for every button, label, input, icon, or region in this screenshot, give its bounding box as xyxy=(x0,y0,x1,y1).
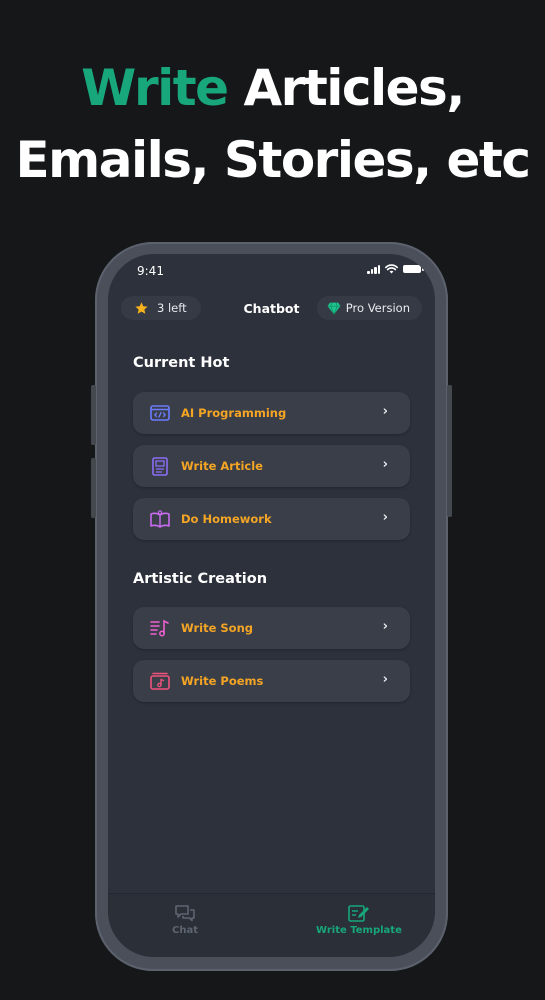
headline-line-2: Emails, Stories, etc xyxy=(15,131,531,189)
open-book-icon xyxy=(150,509,170,529)
wifi-icon xyxy=(385,264,398,274)
status-icons xyxy=(367,264,424,274)
status-time: 9:41 xyxy=(137,264,164,278)
chevron-right-icon: › xyxy=(382,672,388,687)
status-bar: 9:41 xyxy=(108,254,435,290)
template-item-label: AI Programming xyxy=(181,406,287,420)
template-item-label: Write Poems xyxy=(181,674,264,688)
template-item-write-article[interactable]: Write Article › xyxy=(133,445,410,487)
template-item-do-homework[interactable]: Do Homework › xyxy=(133,498,410,540)
phone-side-button-volume xyxy=(91,458,96,518)
headline-accent-word: Write xyxy=(81,59,229,117)
template-item-label: Write Article xyxy=(181,459,263,473)
pro-version-button[interactable]: Pro Version xyxy=(316,296,422,320)
music-list-icon xyxy=(150,618,170,638)
phone-side-button-power xyxy=(447,385,452,517)
edit-note-icon xyxy=(348,905,369,922)
template-item-label: Do Homework xyxy=(181,512,272,526)
tab-chat[interactable]: Chat xyxy=(172,904,198,936)
chevron-right-icon: › xyxy=(382,404,388,419)
chat-bubbles-icon xyxy=(175,905,195,922)
chevron-right-icon: › xyxy=(382,619,388,634)
battery-icon xyxy=(403,265,424,273)
section-title-artistic-creation: Artistic Creation xyxy=(133,571,268,587)
section-title-current-hot: Current Hot xyxy=(133,355,230,371)
chevron-right-icon: › xyxy=(382,510,388,525)
document-icon xyxy=(150,456,170,476)
template-item-label: Write Song xyxy=(181,621,253,635)
template-item-ai-programming[interactable]: AI Programming › xyxy=(133,392,410,434)
top-bar: 3 left Chatbot Pro Version xyxy=(108,296,435,322)
tab-bar: Chat Write Template xyxy=(108,893,435,957)
phone-side-button-silent xyxy=(91,385,96,445)
tab-write-template-label: Write Template xyxy=(316,925,402,936)
phone-screen: 9:41 3 left Chatbot Pro Version Current … xyxy=(108,254,435,957)
template-item-write-poems[interactable]: Write Poems › xyxy=(133,660,410,702)
code-window-icon xyxy=(150,403,170,423)
tab-chat-label: Chat xyxy=(172,925,198,936)
headline: Write Articles, Emails, Stories, etc xyxy=(0,52,545,196)
headline-line-1-rest: Articles, xyxy=(227,59,465,117)
diamond-icon xyxy=(327,302,341,315)
poem-book-icon xyxy=(150,671,170,691)
tab-write-template[interactable]: Write Template xyxy=(316,904,402,936)
template-item-write-song[interactable]: Write Song › xyxy=(133,607,410,649)
chevron-right-icon: › xyxy=(382,457,388,472)
pro-version-label: Pro Version xyxy=(345,301,410,315)
headline-line-1: Write Articles, xyxy=(0,52,545,124)
signal-icon xyxy=(367,264,380,274)
